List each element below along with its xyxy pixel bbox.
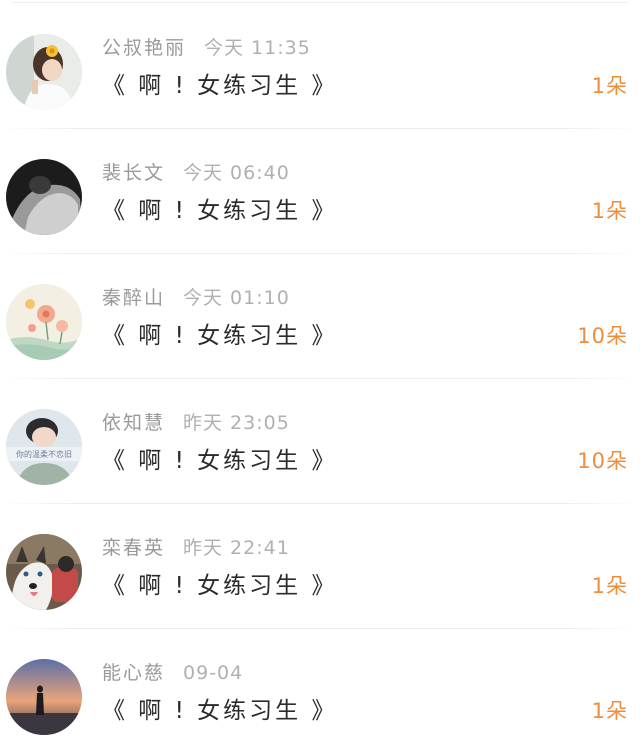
avatar[interactable] <box>6 159 82 235</box>
record-meta: 能心慈 09-04 <box>102 658 243 685</box>
record-meta: 秦醉山 今天 01:10 <box>102 283 290 310</box>
avatar-boy-text-image: 你的温柔不恋旧 <box>6 409 82 485</box>
book-title[interactable]: 《 啊 ! 女练习生 》 <box>102 66 337 100</box>
gift-record-list: 公叔艳丽 今天 11:35 《 啊 ! 女练习生 》 1朵 裴长文 今天 06:40… <box>0 4 640 754</box>
avatar-sunset-silhouette-image <box>6 659 82 735</box>
book-title[interactable]: 《 啊 ! 女练习生 》 <box>102 566 337 600</box>
avatar[interactable] <box>6 534 82 610</box>
flower-count: 10朵 <box>577 449 628 473</box>
book-title[interactable]: 《 啊 ! 女练习生 》 <box>102 191 337 225</box>
avatar[interactable] <box>6 659 82 735</box>
avatar-girl-flower-hair-image <box>6 34 82 110</box>
sender-name: 能心慈 <box>102 662 166 684</box>
record-time: 昨天 22:41 <box>183 537 290 559</box>
record-time: 09-04 <box>183 662 244 684</box>
record-meta: 栾春英 昨天 22:41 <box>102 533 290 560</box>
sender-name: 依知慧 <box>102 412 166 434</box>
list-item[interactable]: 栾春英 昨天 22:41 《 啊 ! 女练习生 》 1朵 <box>0 504 640 629</box>
avatar[interactable] <box>6 284 82 360</box>
record-time: 今天 11:35 <box>204 37 311 59</box>
record-time: 昨天 23:05 <box>183 412 290 434</box>
record-time: 今天 06:40 <box>183 162 290 184</box>
book-title[interactable]: 《 啊 ! 女练习生 》 <box>102 691 337 725</box>
top-divider <box>12 2 628 3</box>
flower-count: 1朵 <box>591 199 628 223</box>
sender-name: 裴长文 <box>102 162 166 184</box>
record-meta: 裴长文 今天 06:40 <box>102 158 290 185</box>
list-item[interactable]: 你的温柔不恋旧 依知慧 昨天 23:05 《 啊 ! 女练习生 》 10朵 <box>0 379 640 504</box>
flower-count: 10朵 <box>577 324 628 348</box>
avatar-flower-illustration-image <box>6 284 82 360</box>
list-item[interactable]: 裴长文 今天 06:40 《 啊 ! 女练习生 》 1朵 <box>0 129 640 254</box>
flower-count: 1朵 <box>591 699 628 723</box>
book-title[interactable]: 《 啊 ! 女练习生 》 <box>102 441 337 475</box>
book-title[interactable]: 《 啊 ! 女练习生 》 <box>102 316 337 350</box>
avatar-caption: 你的温柔不恋旧 <box>16 449 72 459</box>
avatar-monochrome-back-image <box>6 159 82 235</box>
record-time: 今天 01:10 <box>183 287 290 309</box>
list-item[interactable]: 能心慈 09-04 《 啊 ! 女练习生 》 1朵 <box>0 629 640 754</box>
avatar[interactable]: 你的温柔不恋旧 <box>6 409 82 485</box>
list-item[interactable]: 秦醉山 今天 01:10 《 啊 ! 女练习生 》 10朵 <box>0 254 640 379</box>
record-meta: 公叔艳丽 今天 11:35 <box>102 33 311 60</box>
list-item[interactable]: 公叔艳丽 今天 11:35 《 啊 ! 女练习生 》 1朵 <box>0 4 640 129</box>
sender-name: 栾春英 <box>102 537 166 559</box>
avatar-husky-dog-image <box>6 534 82 610</box>
sender-name: 公叔艳丽 <box>102 37 187 59</box>
record-meta: 依知慧 昨天 23:05 <box>102 408 290 435</box>
sender-name: 秦醉山 <box>102 287 166 309</box>
flower-count: 1朵 <box>591 74 628 98</box>
avatar[interactable] <box>6 34 82 110</box>
flower-count: 1朵 <box>591 574 628 598</box>
